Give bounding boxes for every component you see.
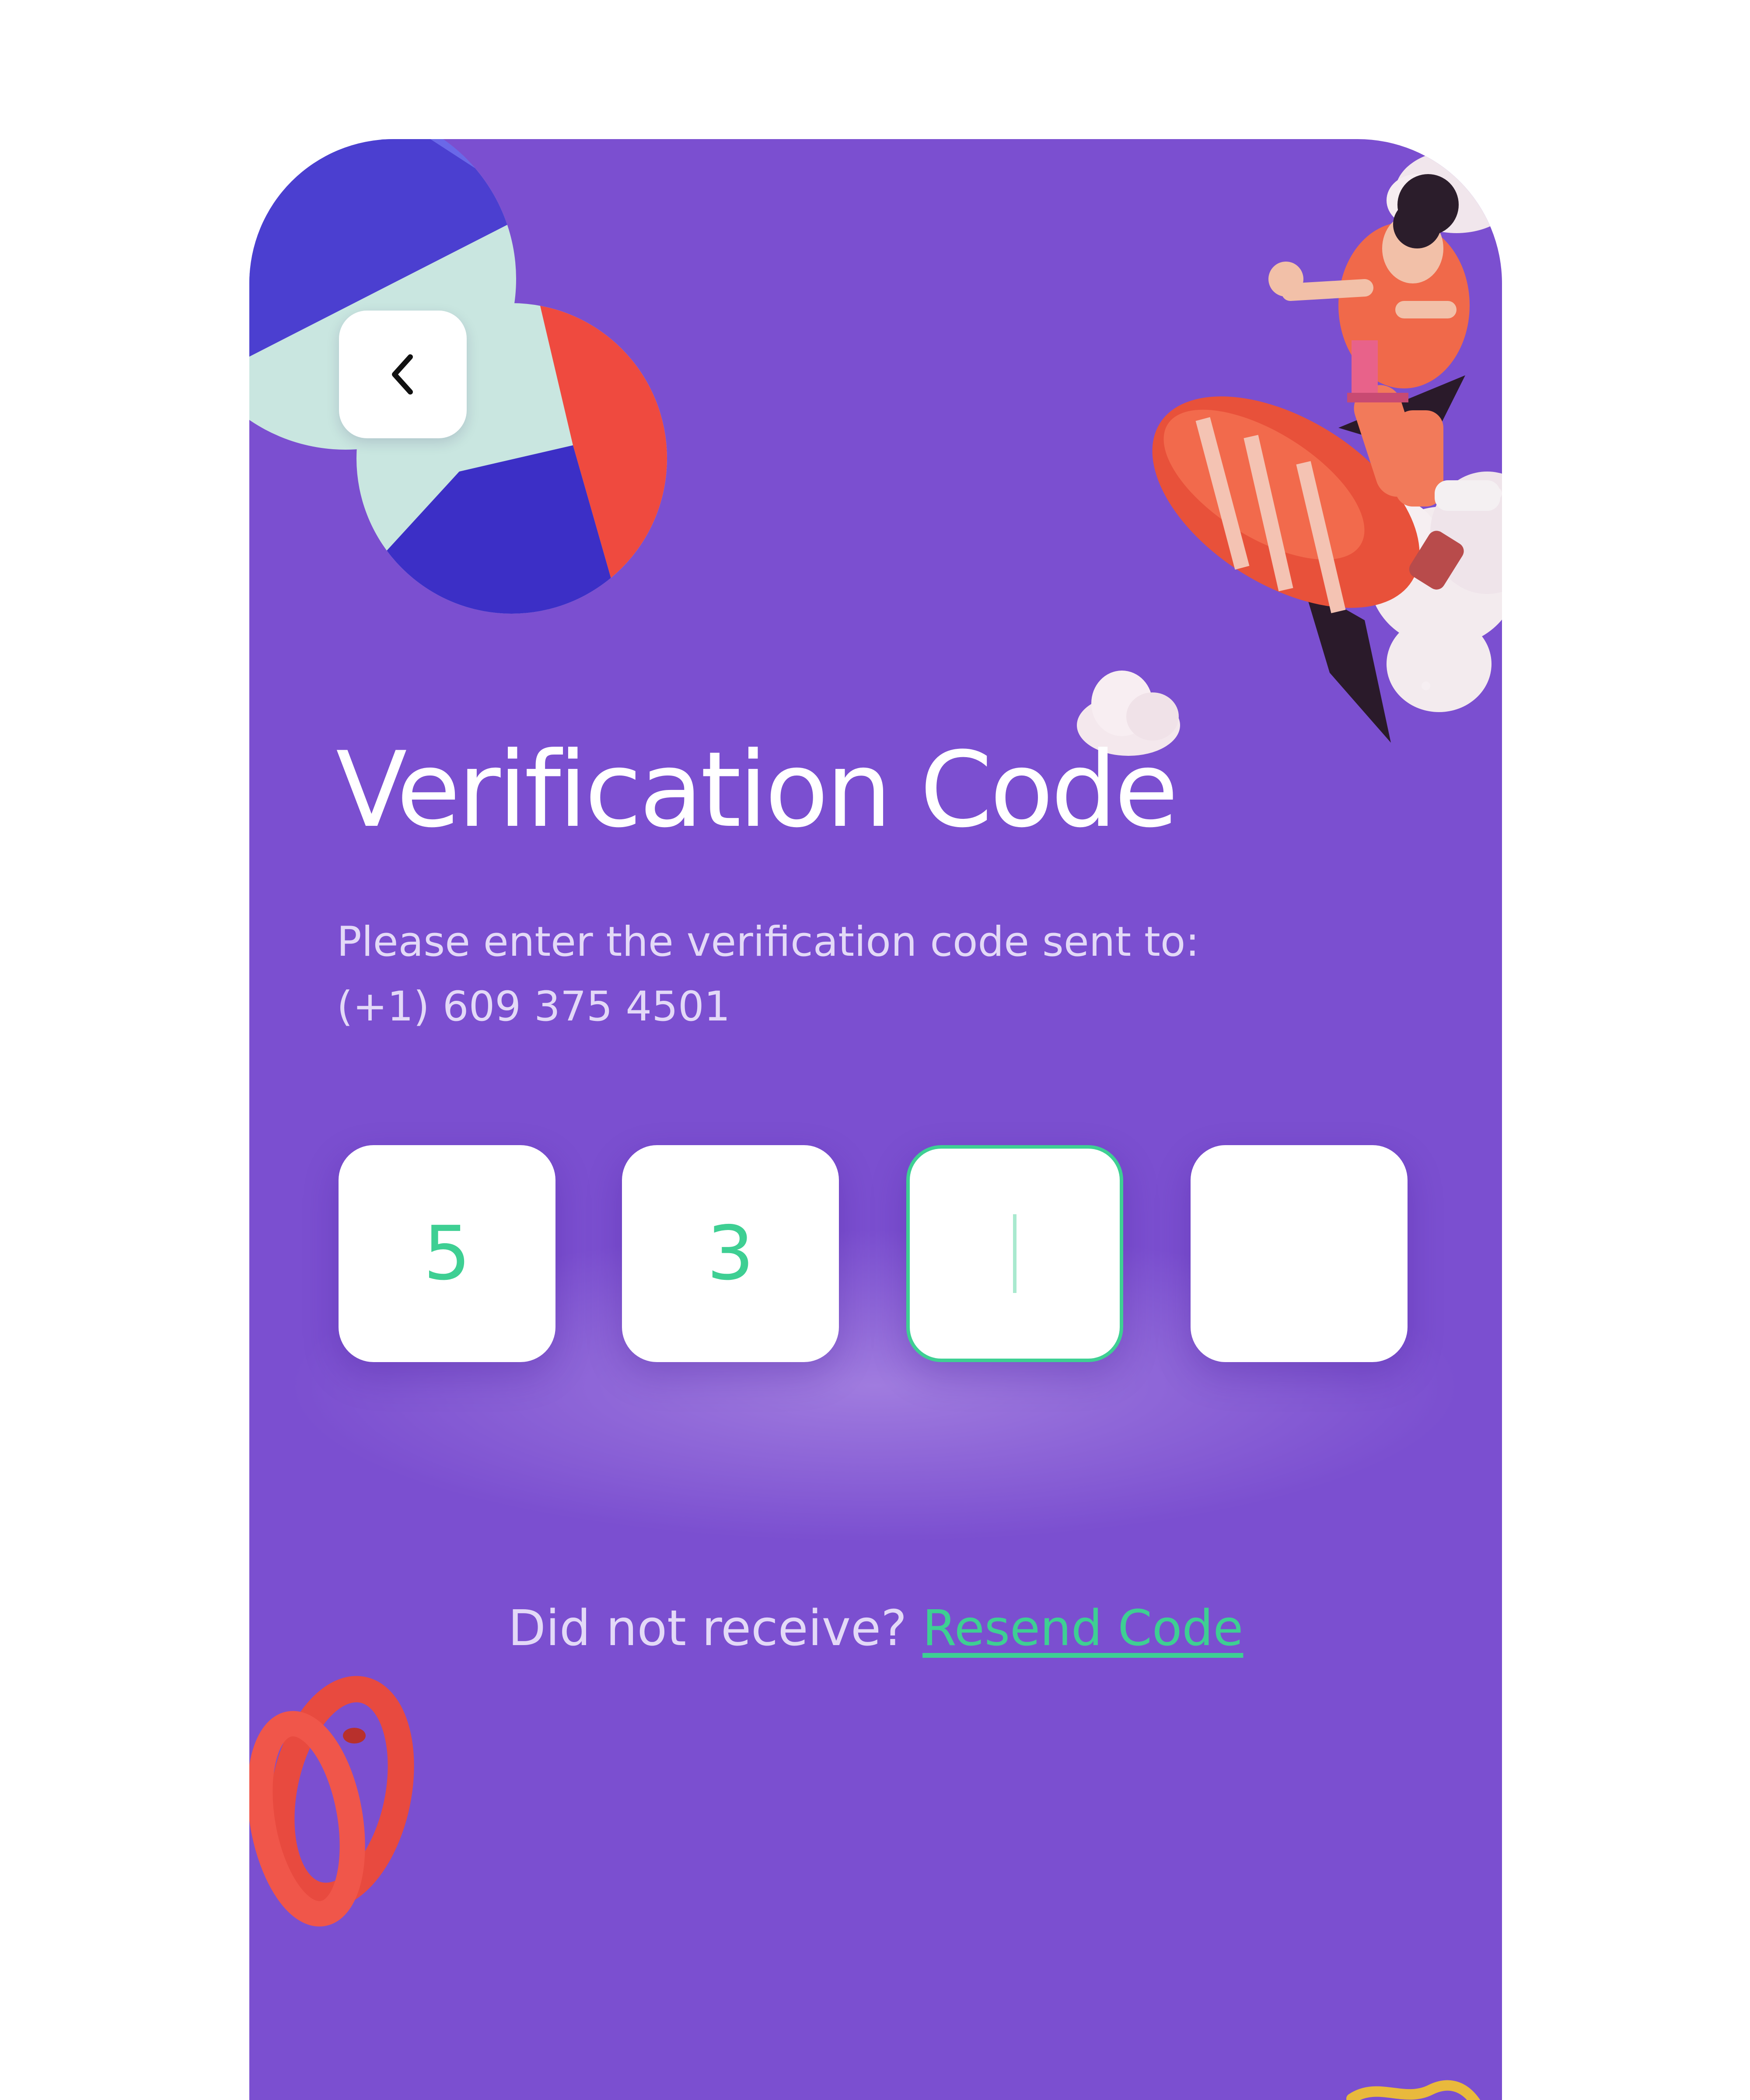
resend-prompt: Did not receive? bbox=[508, 1600, 907, 1657]
subtitle-instruction: Please enter the verification code sent … bbox=[337, 918, 1200, 966]
otp-digit-3[interactable] bbox=[906, 1145, 1123, 1362]
phone-number-text: (+1) 609 375 4501 bbox=[337, 983, 730, 1031]
otp-digit-2[interactable]: 3 bbox=[622, 1145, 839, 1362]
resend-code-link[interactable]: Resend Code bbox=[922, 1600, 1243, 1657]
spiral-decoration bbox=[249, 1676, 414, 1927]
page-title: Verification Code bbox=[336, 730, 1178, 851]
squiggle-decoration bbox=[1346, 2080, 1481, 2100]
text-caret bbox=[1013, 1214, 1016, 1293]
verification-screen: Verification Code Please enter the verif… bbox=[249, 139, 1502, 2100]
otp-digit-4[interactable] bbox=[1191, 1145, 1408, 1362]
back-button[interactable] bbox=[339, 311, 467, 438]
resend-row: Did not receive? Resend Code bbox=[249, 1600, 1502, 1657]
otp-digit-1[interactable]: 5 bbox=[339, 1145, 555, 1362]
chevron-left-icon bbox=[392, 354, 413, 395]
subtitle: Please enter the verification code sent … bbox=[337, 910, 1199, 1039]
